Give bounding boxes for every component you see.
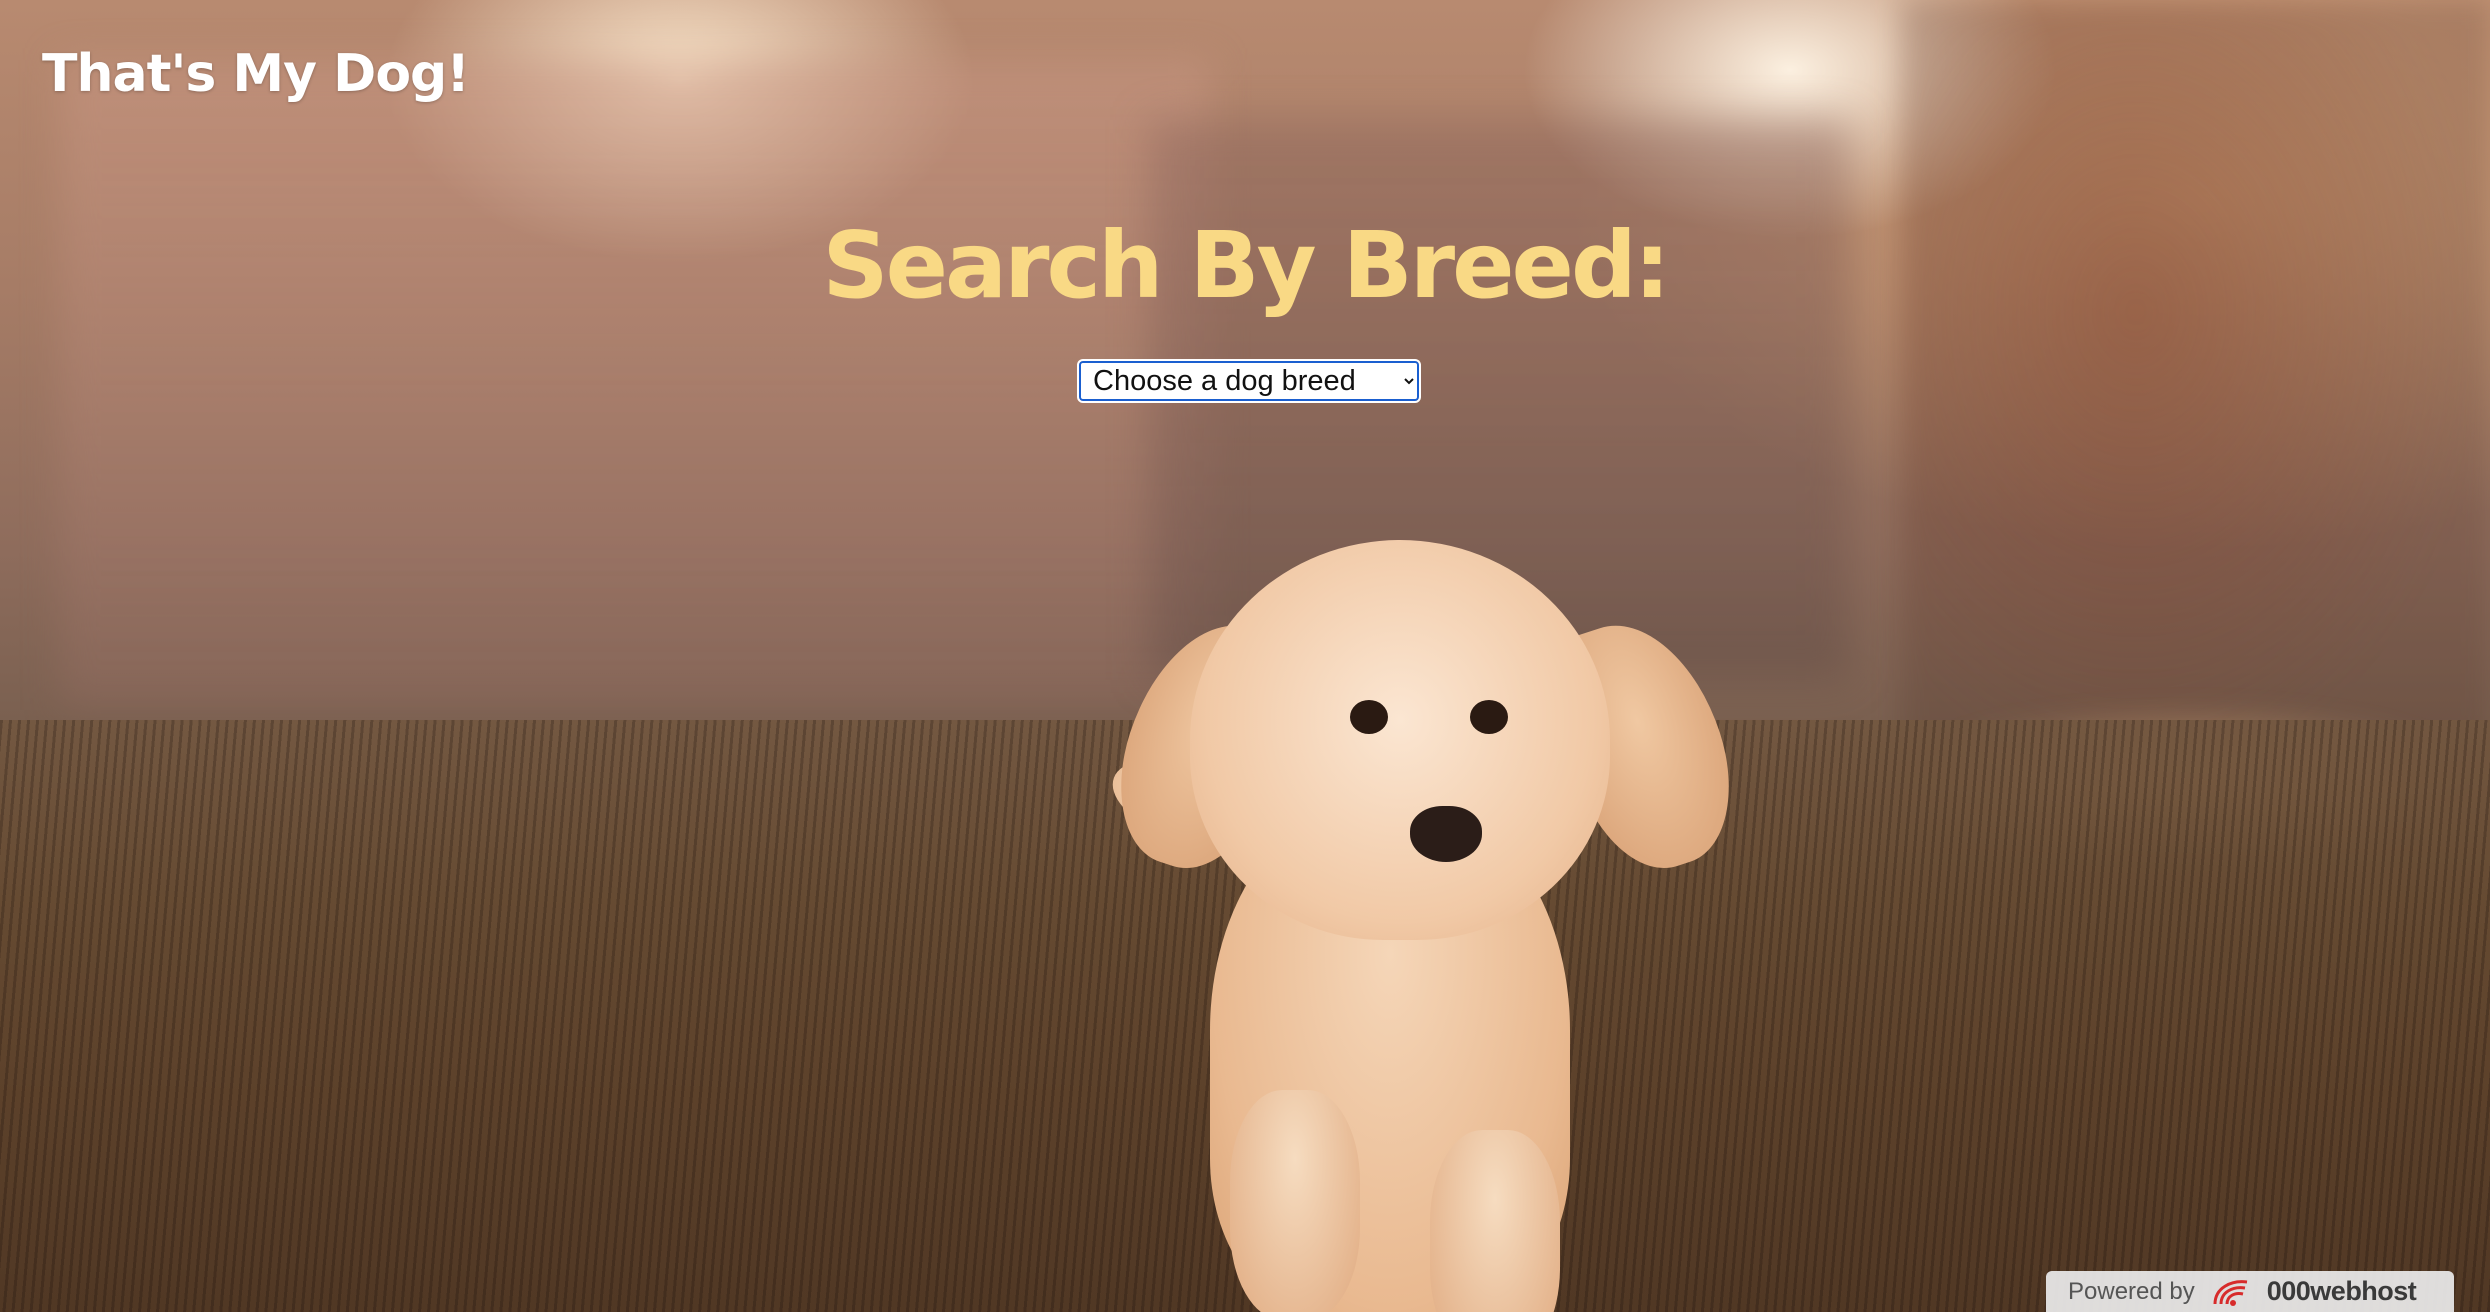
site-title[interactable]: That's My Dog!: [42, 44, 470, 104]
puppy-leg: [1430, 1130, 1560, 1312]
puppy-nose: [1410, 806, 1482, 862]
background-tree: [1900, 0, 2490, 780]
breed-select-wrapper: Choose a dog breed: [1077, 359, 1421, 403]
background-house: [60, 60, 1210, 710]
puppy-leg: [1230, 1090, 1360, 1312]
puppy-eye: [1350, 700, 1388, 734]
background-photo: [0, 0, 2490, 1312]
powered-by-label: Powered by: [2068, 1277, 2195, 1305]
puppy-image: [1095, 530, 1755, 1312]
breed-select[interactable]: Choose a dog breed: [1077, 359, 1421, 403]
powered-by-badge[interactable]: Powered by 000webhost: [2046, 1271, 2454, 1312]
puppy-eye: [1470, 700, 1508, 734]
puppy-head: [1190, 540, 1610, 940]
search-heading: Search By Breed:: [822, 212, 1670, 319]
000webhost-brand: 000webhost: [2266, 1276, 2417, 1306]
000webhost-logo-icon: [2209, 1276, 2253, 1308]
